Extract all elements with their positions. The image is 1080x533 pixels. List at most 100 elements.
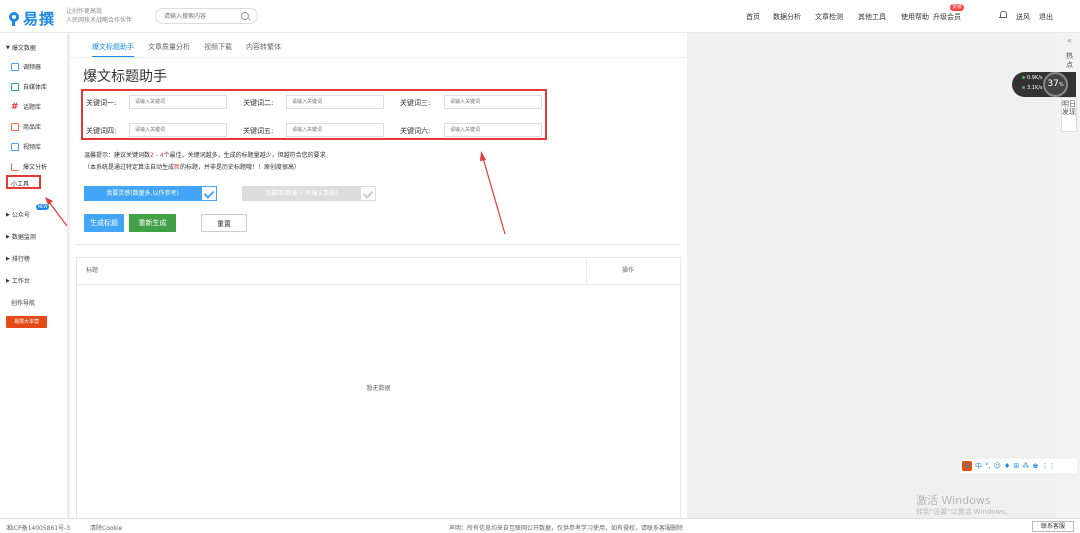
new-badge: NEW: [36, 204, 50, 210]
sidebar: ▼ 爆文数据 调频器 自媒体库 # 话题库 商品库 视频库 爆文分析 小工具 ▶…: [0, 33, 68, 518]
memory-percent-badge[interactable]: 37%: [1043, 72, 1068, 97]
search-icon[interactable]: [241, 12, 249, 20]
column-header-action: 操作: [622, 267, 635, 274]
ime-keyboard-icon[interactable]: ⊞: [1013, 462, 1019, 470]
guide-label: 创作导航: [11, 300, 36, 307]
sidebar-group-ranking[interactable]: ▶ 排行榜: [6, 254, 30, 264]
keyword-input-5[interactable]: [286, 123, 384, 137]
sidebar-group-label: 排行榜: [11, 256, 30, 263]
keyword-label-3: 关键词三:: [400, 99, 431, 107]
tab-video-download[interactable]: 视频下载: [204, 42, 232, 58]
upload-speed-value: 0.9: [1027, 75, 1035, 81]
tip-text: （本系统是通过特定算法自动生成: [84, 164, 175, 171]
box-icon: [11, 122, 19, 131]
tip-line-1: 温馨提示：建议关键词数2 - 4个最佳，关键词越多，生成的标题量越少，但越符合您…: [84, 150, 326, 159]
sidebar-item-video-library[interactable]: 视频库: [11, 142, 41, 151]
sogou-logo-icon[interactable]: S: [962, 461, 972, 471]
nav-data-analysis[interactable]: 数据分析: [773, 12, 801, 22]
tab-title-helper[interactable]: 爆文标题助手: [92, 42, 134, 58]
caret-right-icon: ▶: [6, 277, 10, 284]
column-header-title: 标题: [86, 267, 99, 274]
section-divider: [76, 244, 681, 245]
keyword-form-highlight: 关键词一: 关键词二: 关键词三: 关键词四: 关键词五: 关键词六:: [81, 89, 547, 140]
nav-upgrade[interactable]: 升级会员: [933, 12, 961, 22]
sidebar-item-label: 商品库: [23, 124, 42, 131]
regenerate-button[interactable]: 重新生成: [129, 214, 176, 232]
nav-other-tools[interactable]: 其他工具: [858, 12, 886, 22]
sidebar-group-workbench[interactable]: ▶ 工作台: [6, 276, 30, 286]
search-box: [155, 8, 258, 24]
icp-link[interactable]: 湘ICP备14005861号-3: [6, 523, 70, 532]
logout-link[interactable]: 退出: [1039, 12, 1053, 22]
sidebar-item-hot-analysis[interactable]: 爆文分析: [11, 162, 47, 171]
ime-skin-icon[interactable]: ♚: [1032, 462, 1038, 470]
sidebar-group-label: 数据监测: [11, 234, 36, 241]
option-precise-button[interactable]: 我要精(数量少,有爆文数据): [242, 186, 361, 201]
nav-article-check[interactable]: 文章检测: [815, 12, 843, 22]
sidebar-item-tuner[interactable]: 调频器: [11, 62, 41, 71]
tools-label: 小工具: [11, 181, 30, 188]
logo[interactable]: 易撰: [8, 8, 55, 29]
sidebar-group-official-account[interactable]: ▶ 公众号: [6, 210, 30, 220]
sidebar-item-topic-library[interactable]: # 话题库: [11, 102, 41, 111]
ime-punct-icon[interactable]: °,: [985, 462, 991, 470]
caret-right-icon: ▶: [6, 255, 10, 262]
sidebar-item-tools[interactable]: 小工具: [6, 175, 41, 189]
sidebar-group-data-monitor[interactable]: ▶ 数据监测: [6, 232, 36, 242]
sidebar-item-media-library[interactable]: 自媒体库: [11, 82, 47, 91]
keyword-input-2[interactable]: [286, 95, 384, 109]
user-name[interactable]: 送风: [1016, 12, 1030, 22]
search-input[interactable]: [164, 11, 242, 22]
sidebar-item-label: 自媒体库: [23, 84, 48, 91]
bell-icon[interactable]: [999, 11, 1007, 20]
tab-article-quality[interactable]: 文章质量分析: [148, 42, 190, 58]
option-precise-check-icon[interactable]: [360, 186, 376, 201]
sidebar-section-label: 爆文数据: [11, 45, 36, 52]
windows-activation-title: 激活 Windows: [916, 494, 991, 507]
keyword-label-6: 关键词六:: [400, 127, 431, 135]
green-dot-icon: [1022, 76, 1025, 79]
sidebar-section-hot-data[interactable]: ▼ 爆文数据: [6, 43, 36, 53]
tab-bar: 爆文标题助手 文章质量分析 视频下载 内容转繁体: [92, 42, 281, 58]
sidebar-group-label: 公众号: [11, 212, 30, 219]
keyword-label-5: 关键词五:: [243, 127, 274, 135]
ime-menu-icon[interactable]: ⋮⋮: [1041, 462, 1055, 470]
ime-toolbar[interactable]: S 中 °, ☺ ♦ ⊞ ⁂ ♚ ⋮⋮: [960, 459, 1077, 473]
main-panel: 爆文标题助手 文章质量分析 视频下载 内容转繁体 爆文标题助手 关键词一: 关键…: [70, 33, 687, 519]
vip-badge: 安装: [950, 4, 965, 11]
collapse-icon[interactable]: «: [1067, 36, 1072, 45]
generate-button[interactable]: 生成标题: [84, 214, 124, 232]
grid-icon: [11, 62, 19, 71]
reset-button[interactable]: 重置: [201, 214, 247, 232]
contact-service-button[interactable]: 联系客服: [1032, 521, 1074, 532]
video-icon: [11, 142, 19, 151]
keyword-input-1[interactable]: [129, 95, 227, 109]
tomorrow-discovery-tab[interactable]: 明日发现: [1061, 97, 1077, 132]
ime-voice-icon[interactable]: ♦: [1004, 462, 1010, 470]
clear-cookie-link[interactable]: 清除Cookie: [90, 523, 122, 532]
ime-emoji-icon[interactable]: ☺: [994, 462, 1001, 470]
doc-icon: [11, 82, 19, 91]
fortune-camp-button[interactable]: 易撰大本营: [6, 316, 47, 328]
nav-home[interactable]: 首页: [746, 12, 760, 22]
ime-chinese-icon[interactable]: 中: [975, 461, 982, 471]
download-speed-value: 3.1: [1027, 85, 1035, 91]
hash-icon: #: [11, 101, 19, 112]
footer-notice: 声明：所有信息均来自互联网公开数据，仅供参考学习使用，如有侵权，请联系客服删除: [449, 525, 684, 532]
nav-help[interactable]: 使用帮助: [901, 12, 929, 22]
keyword-input-3[interactable]: [444, 95, 542, 109]
tip-line-2: （本系统是通过特定算法自动生成新的标题，并非是历史标题哦！！原创度很高）: [84, 162, 300, 171]
sidebar-item-product-library[interactable]: 商品库: [11, 122, 41, 131]
tab-traditional-chinese[interactable]: 内容转繁体: [246, 42, 281, 58]
percent-sign: %: [1058, 82, 1064, 88]
option-inspiration-button[interactable]: 我要灵感(数量多,以作参考): [84, 186, 201, 201]
sidebar-item-label: 视频库: [23, 144, 42, 151]
option-inspiration-check-icon[interactable]: [201, 186, 217, 201]
windows-activation-hint: 转到"设置"以激活 Windows。: [916, 508, 1012, 516]
hot-topics-tab[interactable]: 热点: [1066, 52, 1076, 70]
sidebar-item-guide[interactable]: 创作导航: [11, 298, 35, 307]
keyword-input-4[interactable]: [129, 123, 227, 137]
logo-text: 易撰: [23, 10, 56, 28]
ime-tools-icon[interactable]: ⁂: [1022, 462, 1029, 470]
keyword-input-6[interactable]: [444, 123, 542, 137]
